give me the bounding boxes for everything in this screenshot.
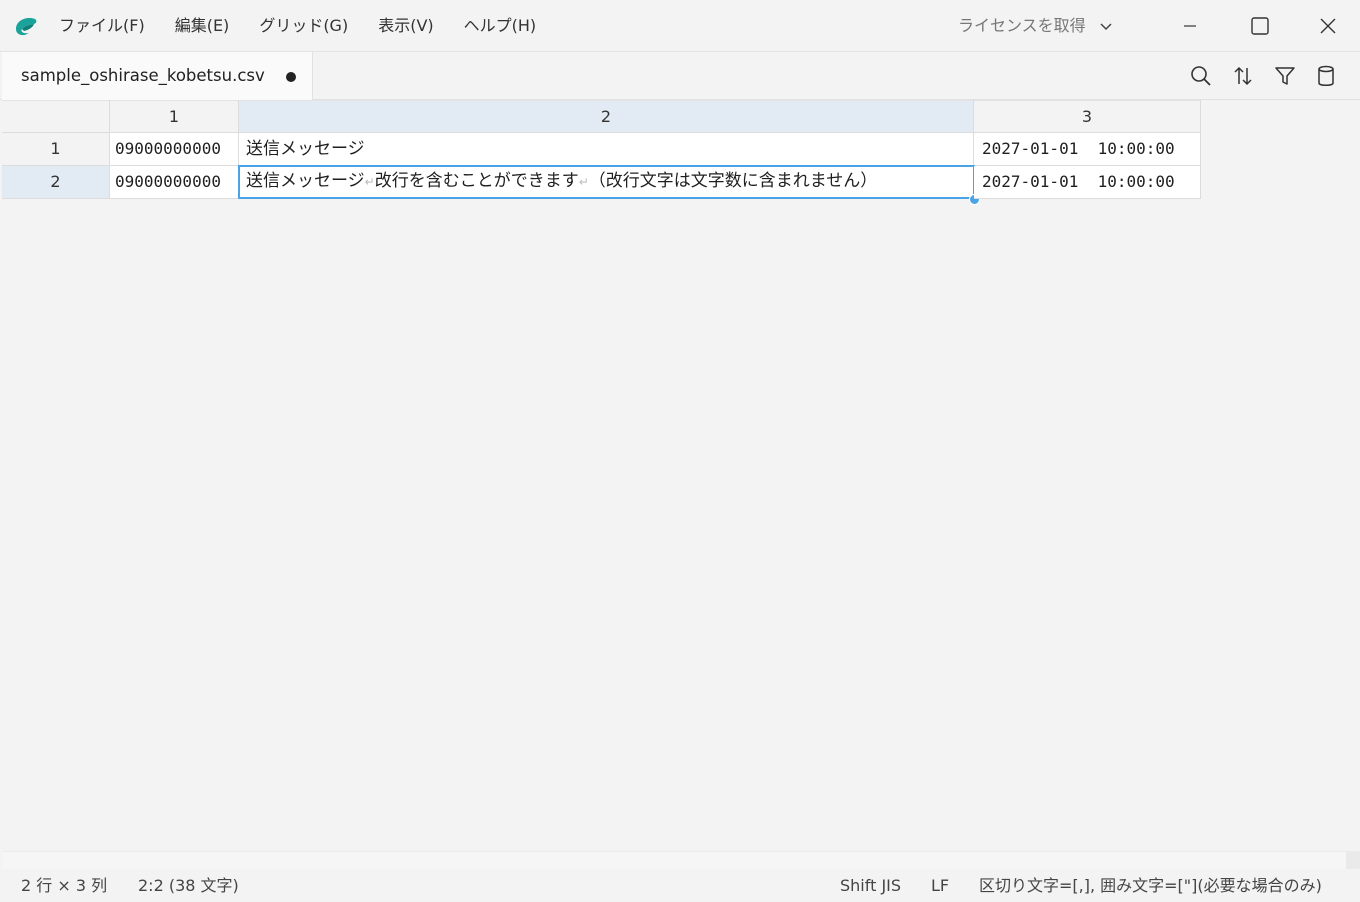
minimize-icon bbox=[1184, 25, 1196, 27]
filter-button[interactable] bbox=[1270, 61, 1300, 91]
data-grid: 1 2 3 1 09000000000 送信メッセージ 2027-01-01 1… bbox=[2, 100, 1346, 851]
grid-corner[interactable] bbox=[2, 100, 110, 133]
filter-icon bbox=[1275, 67, 1295, 85]
status-bar: 2 行 × 3 列 2:2 (38 文字) Shift JIS LF 区切り文字… bbox=[0, 869, 1360, 900]
close-button[interactable] bbox=[1294, 0, 1360, 52]
encoding-selector[interactable]: Shift JIS bbox=[840, 869, 901, 902]
message-part: 送信メッセージ bbox=[246, 171, 365, 191]
menu-view[interactable]: 表示(V) bbox=[363, 0, 448, 52]
menu-file[interactable]: ファイル(F) bbox=[44, 0, 160, 52]
selected-grid-cell[interactable]: 送信メッセージ↵改行を含むことができます↵（改行文字は文字数に含まれません） bbox=[238, 165, 975, 199]
grid-dimensions: 2 行 × 3 列 bbox=[21, 876, 108, 895]
database-icon bbox=[1318, 65, 1334, 86]
grid-cell[interactable]: 送信メッセージ bbox=[239, 133, 974, 166]
grid-cell[interactable]: 2027-01-01 10:00:00 bbox=[974, 166, 1201, 199]
search-button[interactable] bbox=[1186, 61, 1216, 91]
grid-cell[interactable]: 09000000000 bbox=[110, 166, 239, 199]
get-license-label: ライセンスを取得 bbox=[958, 16, 1086, 35]
menu-bar: ファイル(F) 編集(E) グリッド(G) 表示(V) ヘルプ(H) bbox=[44, 0, 551, 52]
search-icon bbox=[1191, 66, 1211, 86]
message-part: 改行を含むことができます bbox=[374, 171, 579, 191]
chevron-down-icon bbox=[1100, 23, 1112, 31]
grid-cell[interactable]: 2027-01-01 10:00:00 bbox=[974, 133, 1201, 166]
newline-icon: ↵ bbox=[578, 175, 589, 189]
column-header-3[interactable]: 3 bbox=[974, 100, 1201, 133]
sort-icon bbox=[1234, 66, 1252, 86]
line-ending-selector[interactable]: LF bbox=[931, 869, 949, 902]
unsaved-indicator-icon[interactable] bbox=[286, 72, 296, 82]
vertical-scrollbar[interactable] bbox=[1346, 100, 1360, 851]
grid-cell[interactable]: 09000000000 bbox=[110, 133, 239, 166]
menu-grid[interactable]: グリッド(G) bbox=[244, 0, 363, 52]
title-bar: ファイル(F) 編集(E) グリッド(G) 表示(V) ヘルプ(H) ライセンス… bbox=[0, 0, 1360, 52]
file-tab-label: sample_oshirase_kobetsu.csv bbox=[21, 66, 265, 85]
maximize-icon bbox=[1251, 17, 1269, 35]
close-icon bbox=[1320, 18, 1336, 34]
menu-edit[interactable]: 編集(E) bbox=[160, 0, 245, 52]
newline-icon: ↵ bbox=[364, 175, 375, 189]
row-header-2[interactable]: 2 bbox=[2, 166, 110, 199]
database-button[interactable] bbox=[1311, 61, 1341, 91]
maximize-button[interactable] bbox=[1226, 0, 1294, 52]
row-header-1[interactable]: 1 bbox=[2, 133, 110, 166]
delimiter-settings[interactable]: 区切り文字=[,], 囲み文字=["](必要な場合のみ) bbox=[979, 869, 1322, 902]
menu-help[interactable]: ヘルプ(H) bbox=[449, 0, 552, 52]
get-license-button[interactable]: ライセンスを取得 bbox=[948, 0, 1124, 52]
cursor-position: 2:2 (38 文字) bbox=[138, 876, 239, 895]
sort-button[interactable] bbox=[1228, 61, 1258, 91]
file-tab[interactable]: sample_oshirase_kobetsu.csv bbox=[2, 52, 313, 100]
column-header-1[interactable]: 1 bbox=[110, 100, 239, 133]
column-header-2[interactable]: 2 bbox=[239, 100, 974, 133]
minimize-button[interactable] bbox=[1156, 0, 1224, 52]
scrollbar-corner bbox=[1346, 851, 1360, 869]
message-part: （改行文字は文字数に含まれません） bbox=[588, 171, 878, 191]
horizontal-scrollbar[interactable] bbox=[2, 851, 1346, 869]
tab-bar: sample_oshirase_kobetsu.csv bbox=[0, 52, 1360, 100]
app-logo-icon bbox=[16, 18, 37, 36]
